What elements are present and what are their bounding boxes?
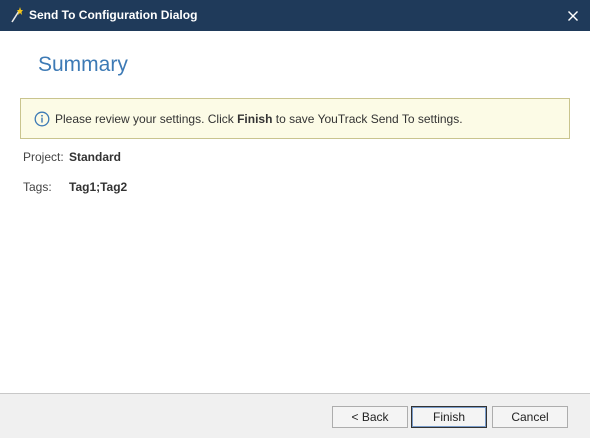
magic-wand-icon (9, 7, 23, 23)
cancel-button[interactable]: Cancel (492, 406, 568, 428)
close-icon (568, 10, 578, 21)
finish-button[interactable]: Finish (411, 406, 487, 428)
page-title: Summary (38, 53, 128, 76)
tags-value: Tag1;Tag2 (69, 180, 128, 194)
dialog-footer: < Back Finish Cancel (0, 393, 590, 438)
info-message-box: Please review your settings. Click Finis… (20, 98, 570, 139)
info-circle-icon (34, 111, 50, 127)
close-button[interactable] (556, 0, 590, 31)
back-button[interactable]: < Back (332, 406, 408, 428)
tags-label: Tags: (23, 180, 52, 194)
info-message-emphasis: Finish (237, 112, 273, 126)
info-message: Please review your settings. Click Finis… (55, 112, 463, 126)
window-title: Send To Configuration Dialog (29, 8, 198, 22)
title-bar: Send To Configuration Dialog (0, 0, 590, 31)
project-label: Project: (23, 150, 64, 164)
project-value: Standard (69, 150, 122, 164)
